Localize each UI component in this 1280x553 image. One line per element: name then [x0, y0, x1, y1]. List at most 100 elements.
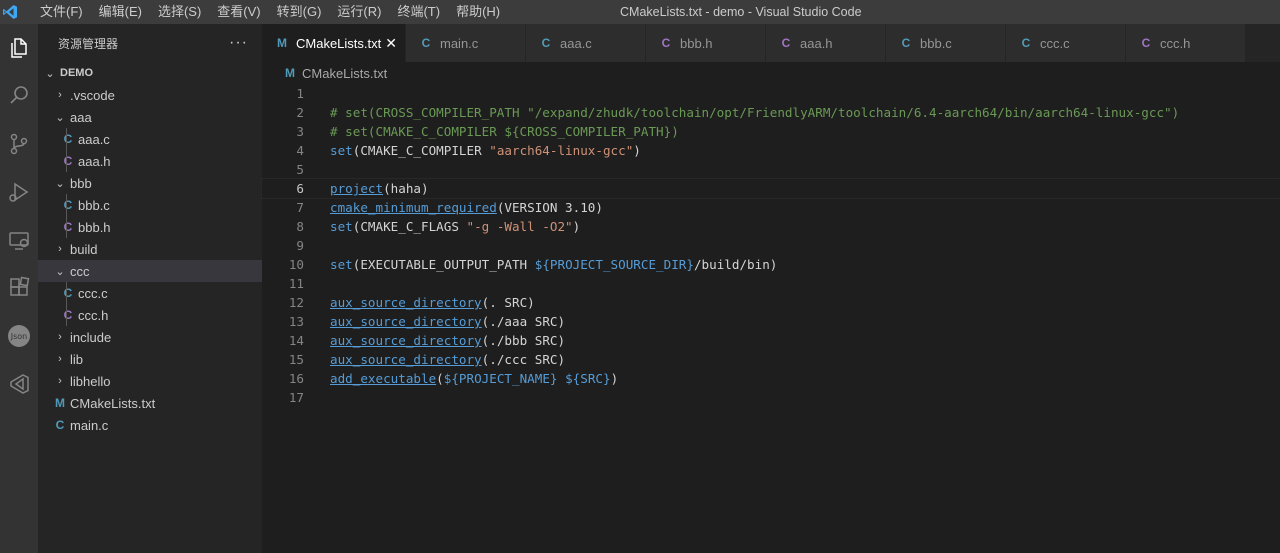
line-text: aux_source_directory(./ccc SRC) — [330, 350, 565, 369]
code-line[interactable]: 2 # set(CROSS_COMPILER_PATH "/expand/zhud… — [262, 103, 1280, 122]
code-editor[interactable]: 1 2 # set(CROSS_COMPILER_PATH "/expand/zhu… — [261, 84, 1280, 407]
tree-folder[interactable]: ⌄ aaa — [38, 106, 262, 128]
tree-folder[interactable]: ⌄ ccc — [38, 260, 262, 282]
menu-file[interactable]: 文件(F) — [32, 0, 91, 24]
code-line[interactable]: 10 set(EXECUTABLE_OUTPUT_PATH ${PROJECT_S… — [262, 255, 1280, 274]
c-file-icon: C — [901, 36, 911, 50]
cmake-file-icon: M — [55, 396, 65, 410]
sidebar-title: 资源管理器 — [58, 36, 119, 51]
code-line[interactable]: 12 aux_source_directory(. SRC) — [262, 293, 1280, 312]
tab-main-c[interactable]: Cmain.c — [406, 24, 526, 62]
tab-label: aaa.h — [800, 35, 833, 51]
tree-folder[interactable]: › .vscode — [38, 84, 262, 106]
c-file-icon: C — [63, 132, 73, 146]
code-line[interactable]: 9 — [262, 236, 1280, 255]
more-actions-icon[interactable]: ··· — [229, 34, 248, 52]
c-file-icon: C — [55, 418, 65, 432]
tree-file[interactable]: M CMakeLists.txt — [38, 392, 262, 414]
tree-file[interactable]: Caaa.h — [38, 150, 262, 172]
line-number: 17 — [288, 390, 304, 405]
tree-file[interactable]: Cccc.c — [38, 282, 262, 304]
close-icon[interactable]: ✕ — [385, 35, 397, 52]
menu-go[interactable]: 转到(G) — [269, 0, 330, 24]
tree-file[interactable]: Caaa.c — [38, 128, 262, 150]
title-bar: 文件(F) 编辑(E) 选择(S) 查看(V) 转到(G) 运行(R) 终端(T… — [0, 0, 1280, 24]
tree-file[interactable]: Cbbb.h — [38, 216, 262, 238]
tree-folder[interactable]: › include — [38, 326, 262, 348]
search-icon[interactable] — [0, 72, 38, 120]
tab-aaa-c[interactable]: Caaa.c — [526, 24, 646, 62]
code-line[interactable]: 13 aux_source_directory(./aaa SRC) — [262, 312, 1280, 331]
code-token: ( — [436, 371, 444, 386]
menu-edit[interactable]: 编辑(E) — [91, 0, 150, 24]
tab-bbb-h[interactable]: Cbbb.h — [646, 24, 766, 62]
menu-view[interactable]: 查看(V) — [209, 0, 268, 24]
code-token: (CMAKE_C_COMPILER — [352, 143, 490, 158]
code-token: ${PROJECT_SOURCE_DIR} — [534, 257, 694, 272]
code-line[interactable]: 1 — [262, 84, 1280, 103]
code-line[interactable]: 17 — [262, 388, 1280, 407]
tree-item-label: .vscode — [70, 87, 115, 103]
json-icon[interactable]: Json — [0, 312, 38, 360]
line-text: # set(CROSS_COMPILER_PATH "/expand/zhudk… — [330, 103, 1179, 122]
tree-item-label: include — [70, 329, 112, 345]
code-token: "-g -Wall -O2" — [466, 219, 573, 234]
c-file-icon: C — [421, 36, 431, 50]
breadcrumb-file[interactable]: CMakeLists.txt — [302, 66, 387, 81]
line-number: 1 — [296, 86, 304, 101]
line-text: # set(CMAKE_C_COMPILER ${CROSS_COMPILER_… — [330, 122, 679, 141]
tree-folder[interactable]: › libhello — [38, 370, 262, 392]
extensions-icon[interactable] — [0, 264, 38, 312]
indent-guide — [66, 282, 67, 304]
code-line[interactable]: 3 # set(CMAKE_C_COMPILER ${CROSS_COMPILER… — [262, 122, 1280, 141]
source-control-icon[interactable] — [0, 120, 38, 168]
code-token: set — [330, 143, 353, 158]
code-token: ) — [610, 371, 619, 386]
vscode-logo-icon[interactable] — [0, 0, 20, 24]
indent-guide — [66, 304, 67, 326]
tree-item-label: aaa — [70, 109, 92, 125]
code-line[interactable]: 5 — [262, 160, 1280, 179]
code-line[interactable]: 8 set(CMAKE_C_FLAGS "-g -Wall -O2") — [262, 217, 1280, 236]
code-line[interactable]: 14 aux_source_directory(./bbb SRC) — [262, 331, 1280, 350]
remote-explorer-icon[interactable] — [0, 216, 38, 264]
tab-bbb-c[interactable]: Cbbb.c — [886, 24, 1006, 62]
code-line[interactable]: 16 add_executable(${PROJECT_NAME} ${SRC}) — [262, 369, 1280, 388]
code-line[interactable]: 11 — [262, 274, 1280, 293]
h-file-icon: C — [1141, 36, 1151, 50]
tab-ccc-c[interactable]: Cccc.c — [1006, 24, 1126, 62]
tree-folder[interactable]: ⌄ bbb — [38, 172, 262, 194]
code-token: (CMAKE_C_FLAGS — [352, 219, 467, 234]
h-file-icon: C — [661, 36, 671, 50]
code-line[interactable]: 6 project(haha) — [261, 178, 1280, 199]
tab-aaa-h[interactable]: Caaa.h — [766, 24, 886, 62]
line-number: 2 — [296, 105, 304, 120]
menu-run[interactable]: 运行(R) — [329, 0, 389, 24]
menu-terminal[interactable]: 终端(T) — [389, 0, 448, 24]
tree-item-label: libhello — [70, 373, 111, 389]
tree-folder[interactable]: › build — [38, 238, 262, 260]
h-file-icon: C — [63, 154, 73, 168]
tab-ccc-h[interactable]: Cccc.h — [1126, 24, 1246, 62]
sidebar-header: 资源管理器 ··· — [38, 24, 262, 62]
tree-file[interactable]: Cbbb.c — [38, 194, 262, 216]
tab-cmakelists-txt[interactable]: M CMakeLists.txt ✕ — [262, 24, 406, 62]
chevron-right-icon: › — [58, 243, 62, 255]
explorer-icon[interactable] — [0, 24, 38, 72]
line-text: set(EXECUTABLE_OUTPUT_PATH ${PROJECT_SOU… — [330, 255, 777, 274]
menu-selection[interactable]: 选择(S) — [150, 0, 209, 24]
tab-label: aaa.c — [560, 35, 592, 51]
visual-studio-icon[interactable] — [0, 360, 38, 408]
code-line[interactable]: 7 cmake_minimum_required(VERSION 3.10) — [262, 198, 1280, 217]
run-debug-icon[interactable] — [0, 168, 38, 216]
tree-item-label: ccc — [70, 263, 90, 279]
code-line[interactable]: 15 aux_source_directory(./ccc SRC) — [262, 350, 1280, 369]
tree-folder[interactable]: › lib — [38, 348, 262, 370]
indent-guide — [66, 150, 67, 172]
menu-help[interactable]: 帮助(H) — [448, 0, 508, 24]
line-text: project(haha) — [330, 179, 429, 198]
tree-root-demo[interactable]: ⌄ DEMO — [38, 62, 262, 84]
code-line[interactable]: 4 set(CMAKE_C_COMPILER "aarch64-linux-gcc… — [262, 141, 1280, 160]
tree-file[interactable]: Cccc.h — [38, 304, 262, 326]
tree-file[interactable]: Cmain.c — [38, 414, 262, 436]
